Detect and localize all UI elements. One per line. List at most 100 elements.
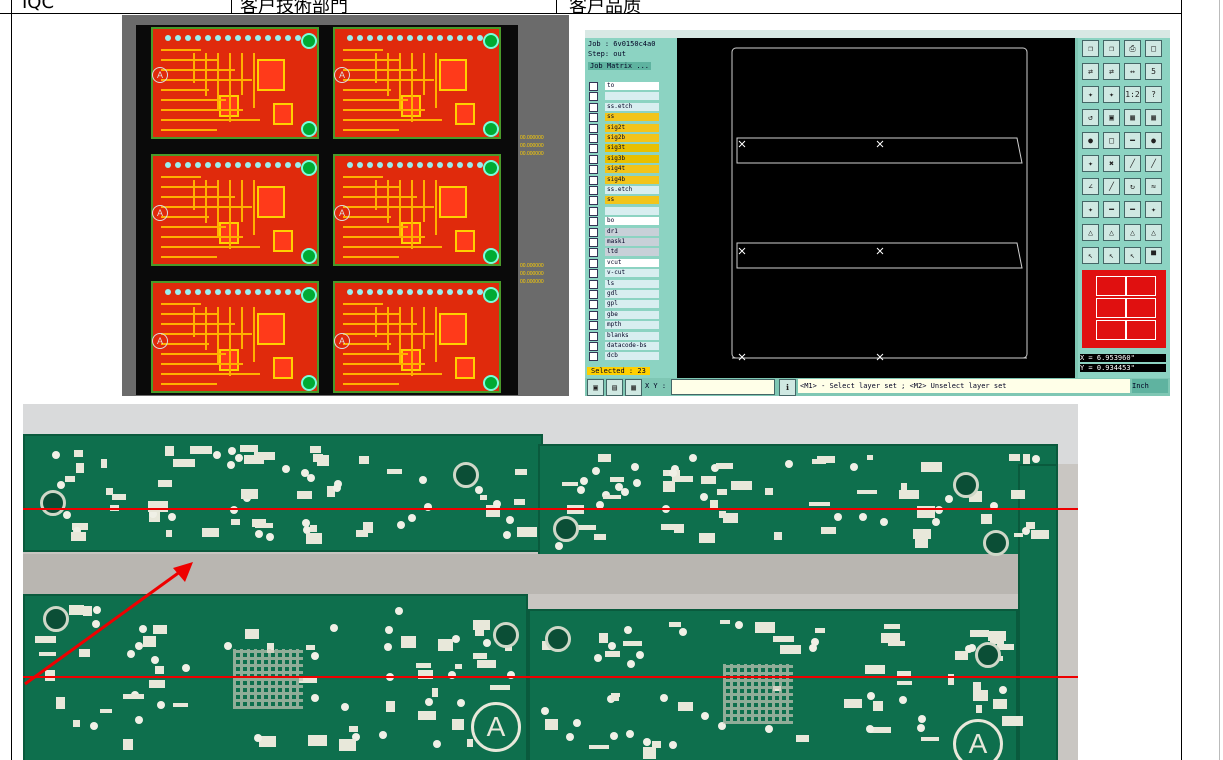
- layer-row[interactable]: ls: [605, 279, 659, 288]
- layer-row[interactable]: bo: [605, 217, 659, 226]
- layer-row[interactable]: dcb: [605, 352, 659, 361]
- layer-checkbox[interactable]: [589, 102, 598, 112]
- view-button-1[interactable]: ▣: [587, 379, 604, 396]
- cam-tool-button[interactable]: ↻: [1124, 178, 1141, 195]
- layer-checkbox[interactable]: [589, 175, 598, 185]
- layer-checkbox[interactable]: [589, 134, 598, 143]
- layer-checkbox[interactable]: [589, 248, 598, 258]
- view-button-3[interactable]: ▦: [625, 379, 642, 396]
- cam-tool-button[interactable]: ╱: [1124, 155, 1141, 172]
- layer-row[interactable]: v-cut: [605, 269, 659, 278]
- info-button[interactable]: ℹ: [779, 379, 796, 396]
- cam-tool-button[interactable]: 1:2: [1124, 86, 1141, 103]
- cam-tool-button[interactable]: ╱: [1145, 155, 1162, 172]
- cam-tool-button[interactable]: ↖: [1103, 247, 1120, 264]
- cam-tool-button[interactable]: 5: [1145, 63, 1162, 80]
- cam-tool-button[interactable]: ━: [1103, 201, 1120, 218]
- layer-row[interactable]: sig3t: [605, 144, 659, 153]
- cam-tool-button[interactable]: ●: [1082, 132, 1099, 149]
- cam-tool-button[interactable]: ∠: [1082, 178, 1099, 195]
- layer-checkbox[interactable]: [589, 144, 598, 154]
- cam-tool-button[interactable]: ❐: [1103, 40, 1120, 57]
- cam-tool-button[interactable]: ⎙: [1124, 40, 1141, 57]
- layer-checkbox[interactable]: [589, 352, 598, 362]
- layer-row[interactable]: sig2b: [605, 134, 659, 142]
- cam-tool-button[interactable]: ●: [1145, 132, 1162, 149]
- layer-row[interactable]: mpth: [605, 321, 659, 330]
- cam-tool-button[interactable]: △: [1082, 224, 1099, 241]
- cam-tool-button[interactable]: ✦: [1082, 155, 1099, 172]
- cam-tool-button[interactable]: ✦: [1082, 86, 1099, 103]
- cam-tool-button[interactable]: ?: [1145, 86, 1162, 103]
- cam-tool-button[interactable]: ✖: [1103, 155, 1120, 172]
- layer-row[interactable]: blanks: [605, 331, 659, 340]
- layer-row[interactable]: ss.etch: [605, 102, 659, 111]
- layer-checkbox[interactable]: [589, 123, 598, 133]
- cam-tool-button[interactable]: ❐: [1082, 40, 1099, 57]
- cam-tool-button[interactable]: ━: [1124, 201, 1141, 218]
- cam-tool-button[interactable]: ✦: [1145, 201, 1162, 218]
- layer-checkbox[interactable]: [589, 82, 598, 91]
- cam-tool-button[interactable]: ≈: [1145, 178, 1162, 195]
- layer-row[interactable]: [605, 92, 659, 101]
- cam-tool-button[interactable]: △: [1124, 224, 1141, 241]
- layer-checkbox[interactable]: [589, 186, 598, 195]
- cam-tool-button[interactable]: △: [1103, 224, 1120, 241]
- cam-tool-button[interactable]: ▦: [1124, 109, 1141, 126]
- cam-tool-button[interactable]: ⇄: [1082, 63, 1099, 80]
- layer-checkbox[interactable]: [589, 217, 598, 227]
- layer-checkbox[interactable]: [589, 290, 598, 299]
- layer-checkbox[interactable]: [589, 258, 598, 268]
- layer-row[interactable]: gbe: [605, 310, 659, 319]
- layer-checkbox[interactable]: [589, 227, 598, 237]
- layer-checkbox[interactable]: [589, 342, 598, 351]
- cam-tool-button[interactable]: ╱: [1103, 178, 1120, 195]
- layer-row[interactable]: [605, 206, 659, 215]
- cam-tool-button[interactable]: ↖: [1124, 247, 1141, 264]
- layer-row[interactable]: ltd: [605, 248, 659, 257]
- layer-row[interactable]: gpl: [605, 300, 659, 309]
- layer-row[interactable]: ss.etch: [605, 186, 659, 194]
- layer-checkbox[interactable]: [589, 154, 598, 164]
- layer-row[interactable]: sig3b: [605, 154, 659, 163]
- cam-tool-button[interactable]: □: [1145, 40, 1162, 57]
- cam-tool-button[interactable]: ▀: [1145, 247, 1162, 264]
- cam-tool-button[interactable]: ↺: [1082, 109, 1099, 126]
- layer-row[interactable]: datacode-bs: [605, 342, 659, 350]
- unit-selector[interactable]: Inch: [1132, 379, 1168, 393]
- layer-row[interactable]: dr1: [605, 227, 659, 236]
- cam-tool-button[interactable]: ↔: [1124, 63, 1141, 80]
- cam-tool-button[interactable]: ▦: [1145, 109, 1162, 126]
- layer-checkbox[interactable]: [589, 279, 598, 289]
- cam-job-matrix-button[interactable]: Job Matrix ...: [588, 62, 652, 70]
- layer-checkbox[interactable]: [589, 196, 598, 206]
- layer-checkbox[interactable]: [589, 321, 598, 331]
- layer-checkbox[interactable]: [589, 238, 598, 247]
- layer-checkbox[interactable]: [589, 206, 598, 216]
- layer-checkbox[interactable]: [589, 310, 598, 320]
- view-button-2[interactable]: ▤: [606, 379, 623, 396]
- cam-tool-button[interactable]: □: [1103, 132, 1120, 149]
- layer-row[interactable]: sig2t: [605, 123, 659, 132]
- layer-checkbox[interactable]: [589, 331, 598, 341]
- layer-row[interactable]: to: [605, 82, 659, 90]
- cam-graphics-canvas[interactable]: [677, 38, 1075, 378]
- layer-checkbox[interactable]: [589, 92, 598, 102]
- layer-row[interactable]: gdl: [605, 290, 659, 298]
- layer-row[interactable]: ss: [605, 196, 659, 205]
- cam-tool-button[interactable]: ✦: [1082, 201, 1099, 218]
- cam-tool-button[interactable]: ━: [1124, 132, 1141, 149]
- layer-checkbox[interactable]: [589, 165, 598, 175]
- layer-row[interactable]: mask1: [605, 238, 659, 246]
- layer-row[interactable]: sig4t: [605, 165, 659, 174]
- cam-tool-button[interactable]: △: [1145, 224, 1162, 241]
- layer-checkbox[interactable]: [589, 113, 598, 123]
- layer-checkbox[interactable]: [589, 269, 598, 279]
- cam-tool-button[interactable]: ▣: [1103, 109, 1120, 126]
- xy-input[interactable]: [671, 379, 775, 395]
- layer-checkbox[interactable]: [589, 300, 598, 310]
- cam-tool-button[interactable]: ⇄: [1103, 63, 1120, 80]
- cam-tool-button[interactable]: ✦: [1103, 86, 1120, 103]
- layer-row[interactable]: vcut: [605, 258, 659, 267]
- layer-row[interactable]: ss: [605, 113, 659, 122]
